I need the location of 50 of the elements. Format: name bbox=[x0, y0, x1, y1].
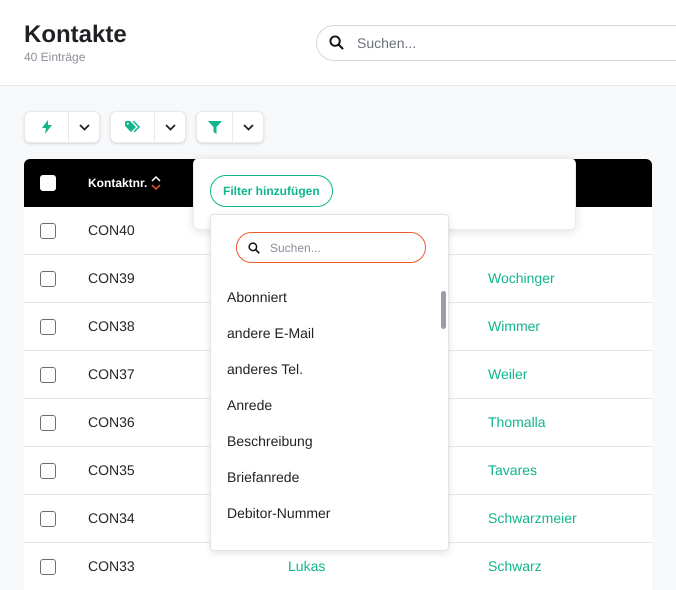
tags-icon bbox=[124, 121, 140, 133]
toolbar-button[interactable] bbox=[110, 111, 186, 143]
last-name-link[interactable]: Weiler bbox=[488, 366, 528, 382]
first-name-link[interactable]: Lukas bbox=[288, 558, 326, 574]
checkbox[interactable] bbox=[40, 510, 56, 526]
lightning-icon bbox=[40, 120, 52, 134]
search-icon bbox=[329, 35, 344, 50]
table-cell: CON36 bbox=[88, 414, 135, 430]
search-field[interactable]: Suchen... bbox=[316, 25, 676, 61]
filter-option[interactable]: Beschreibung bbox=[211, 423, 436, 459]
checkbox[interactable] bbox=[40, 318, 56, 334]
checkbox[interactable] bbox=[40, 222, 56, 238]
filter-option[interactable]: andere E-Mail bbox=[211, 315, 436, 351]
add-filter-button[interactable]: Filter hinzufügen bbox=[210, 175, 333, 207]
entry-count: 40 Einträge bbox=[24, 49, 86, 65]
filter-option[interactable]: Debitor-Nummer bbox=[211, 495, 436, 531]
last-name-link[interactable]: Tavares bbox=[488, 462, 538, 478]
checkbox[interactable] bbox=[40, 462, 56, 478]
last-name-link[interactable]: Thomalla bbox=[488, 414, 546, 430]
dropdown-search-field[interactable]: Suchen... bbox=[236, 232, 426, 263]
page-title: Kontakte bbox=[24, 21, 128, 49]
search-icon bbox=[248, 242, 260, 254]
filter-option[interactable]: Briefanrede bbox=[211, 459, 436, 495]
sort-icon[interactable] bbox=[151, 176, 162, 190]
column-header[interactable]: Kontaktnr. bbox=[88, 174, 148, 192]
table-cell: CON38 bbox=[88, 318, 135, 334]
last-name-link[interactable]: Wochinger bbox=[488, 270, 555, 286]
toolbar-button[interactable] bbox=[24, 111, 100, 143]
chevron-down-icon bbox=[78, 124, 90, 130]
chevron-down-icon bbox=[164, 124, 176, 130]
filter-option[interactable]: Anrede bbox=[211, 387, 436, 423]
table-cell: CON37 bbox=[88, 366, 135, 382]
checkbox[interactable] bbox=[40, 558, 56, 574]
last-name-link[interactable]: Schwarz bbox=[488, 558, 542, 574]
checkbox[interactable] bbox=[40, 366, 56, 382]
table-cell: CON34 bbox=[88, 510, 135, 526]
last-name-link[interactable]: Wimmer bbox=[488, 318, 540, 334]
checkbox[interactable] bbox=[40, 414, 56, 430]
table-cell: CON40 bbox=[88, 222, 135, 238]
chevron-down-icon bbox=[242, 124, 254, 130]
filter-option[interactable]: anderes Tel. bbox=[211, 351, 436, 387]
filter-icon bbox=[208, 120, 222, 134]
toolbar-button[interactable] bbox=[196, 111, 264, 143]
checkbox[interactable] bbox=[40, 270, 56, 286]
scrollbar[interactable] bbox=[441, 291, 446, 329]
filter-option[interactable]: Abonniert bbox=[211, 279, 436, 315]
table-cell: CON35 bbox=[88, 462, 135, 478]
last-name-link[interactable]: Schwarzmeier bbox=[488, 510, 577, 526]
table-cell: CON39 bbox=[88, 270, 135, 286]
table-cell: CON33 bbox=[88, 558, 135, 574]
